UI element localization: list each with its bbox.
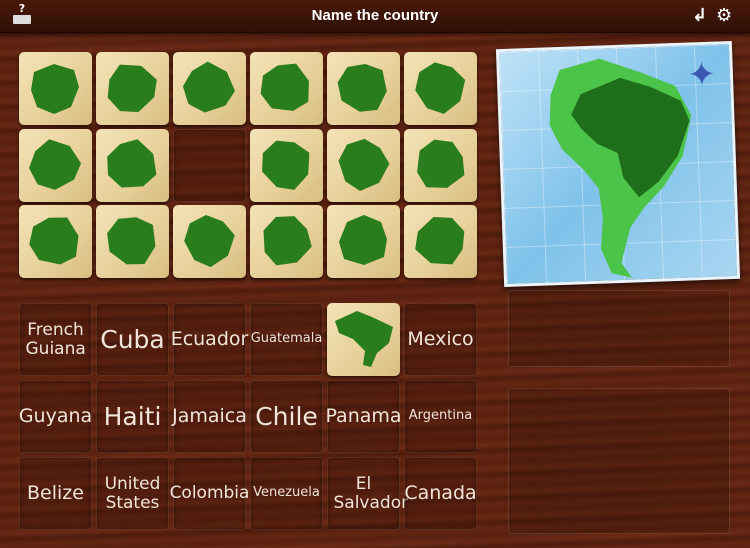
country-name-label: Ecuador [170, 328, 249, 351]
country-name-slot[interactable]: Belize [19, 457, 92, 530]
country-name-label: Canada [404, 482, 477, 505]
country-name-label: Argentina [408, 408, 473, 424]
country-name-slot[interactable]: Venezuela [250, 457, 323, 530]
country-name-slot[interactable]: Mexico [404, 303, 477, 376]
country-name-slot[interactable]: Haiti [96, 380, 169, 453]
country-shape-tile-panama[interactable] [327, 129, 400, 202]
country-name-slot[interactable]: United States [96, 457, 169, 530]
country-name-slot[interactable]: Guyana [19, 380, 92, 453]
canada-shape-icon [263, 216, 312, 266]
chile-shape-icon [262, 140, 310, 190]
country-name-slot[interactable]: El Salvador [327, 457, 409, 530]
country-name-slot[interactable]: Argentina [404, 380, 477, 453]
haiti-shape-icon [107, 139, 157, 188]
country-shape-tile-cuba[interactable] [327, 52, 400, 125]
country-shape-tile-ecuador[interactable] [19, 129, 92, 202]
cuba-shape-icon [337, 64, 387, 112]
country-name-label: Cuba [100, 324, 165, 354]
country-shape-tile-guatemala[interactable] [250, 52, 323, 125]
mexico-shape-icon [417, 139, 465, 188]
country-shape-tile-united-states[interactable] [19, 52, 92, 125]
country-shape-tile-belize[interactable] [327, 205, 400, 278]
argentina-shape-icon [415, 217, 465, 265]
country-shape-tile-french-guiana[interactable] [19, 205, 92, 278]
country-shape-tile-chile[interactable] [250, 129, 323, 202]
country-name-slot[interactable]: Guatemala [250, 303, 323, 376]
country-name-slot[interactable]: Panama [325, 380, 402, 453]
country-name-label: El Salvador [333, 473, 409, 513]
country-shape-tile-venezuela[interactable] [96, 52, 169, 125]
country-name-slot[interactable]: Cuba [96, 303, 169, 376]
drop-zone[interactable] [508, 388, 730, 534]
drop-zone[interactable] [508, 290, 730, 367]
country-name-slot[interactable]: Jamaica [172, 380, 247, 453]
settings-gear-icon[interactable]: ⚙ [716, 5, 732, 26]
undo-button[interactable]: ↲ [692, 5, 707, 26]
country-name-slot[interactable]: Ecuador [170, 303, 249, 376]
country-shape-tile-chile-shape[interactable] [404, 52, 477, 125]
country-name-label: Chile [255, 401, 318, 431]
country-name-label: Jamaica [172, 405, 247, 428]
country-shape-tile-colombia[interactable] [173, 205, 246, 278]
country-name-slot[interactable]: Colombia [170, 457, 249, 530]
panama-shape-icon [338, 138, 390, 192]
country-name-label: Guatemala [250, 331, 323, 347]
country-name-label: Guyana [18, 405, 93, 428]
venezuela-shape-icon [107, 64, 157, 112]
country-name-slot[interactable]: French Guiana [19, 303, 92, 376]
country-name-label: French Guiana [25, 319, 86, 359]
guatemala-shape-icon [260, 63, 309, 111]
country-shape-tile-canada[interactable] [250, 205, 323, 278]
colombia-shape-icon [184, 214, 235, 268]
country-name-label: Colombia [169, 483, 250, 504]
country-name-label: Mexico [407, 328, 474, 351]
page-title: Name the country [311, 7, 439, 24]
country-shape-tile-guyana[interactable] [173, 52, 246, 125]
empty-slot [173, 129, 246, 202]
country-name-label: United States [104, 473, 161, 513]
country-shape-tile-jamaica[interactable] [96, 205, 169, 278]
jamaica-shape-icon [107, 217, 156, 265]
country-shape-tile-argentina[interactable] [404, 205, 477, 278]
french-guiana-shape-icon [29, 217, 79, 265]
belize-shape-icon [339, 215, 387, 265]
country-shape-tile-haiti[interactable] [96, 129, 169, 202]
chile-shape-shape-icon [415, 62, 466, 114]
country-name-label: Belize [27, 482, 84, 505]
country-name-slot[interactable]: Chile [250, 380, 323, 453]
country-name-label: Haiti [103, 401, 162, 431]
compass-icon: ✦ [686, 54, 717, 96]
country-shape-tile-mexico[interactable] [404, 129, 477, 202]
country-name-label: Venezuela [253, 485, 320, 501]
ecuador-shape-icon [28, 139, 82, 190]
country-name-slot[interactable]: Canada [404, 457, 477, 530]
country-name-label: Panama [325, 405, 402, 428]
south-america-map: ✦ [495, 40, 741, 288]
guyana-shape-icon [182, 61, 236, 113]
placed-tile-brazil[interactable] [327, 303, 400, 376]
top-bar: ? Name the country ↲ ⚙ [0, 0, 750, 33]
united-states-shape-icon [31, 64, 79, 114]
brazil-shape-icon [335, 311, 393, 367]
